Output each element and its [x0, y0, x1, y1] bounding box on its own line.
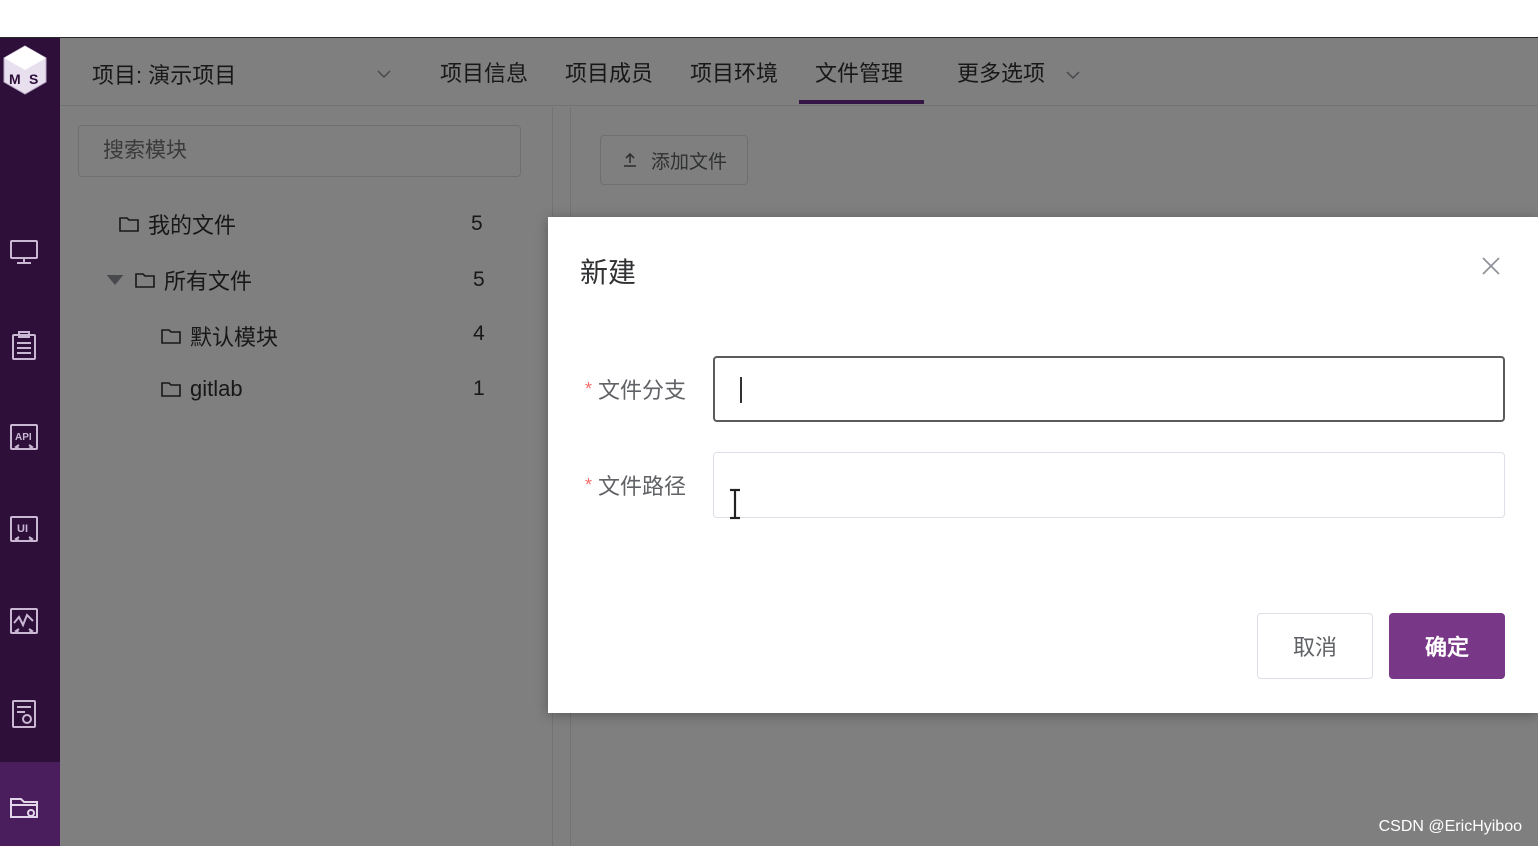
confirm-button[interactable]: 确定 — [1389, 613, 1505, 679]
svg-text:UI: UI — [17, 523, 28, 535]
file-branch-label: * 文件分支 — [585, 373, 686, 405]
svg-text:API: API — [15, 432, 32, 443]
performance-icon[interactable] — [6, 604, 42, 640]
left-sidebar: M S API UI — [0, 38, 60, 846]
svg-text:S: S — [29, 71, 38, 87]
watermark: CSDN @EricHyiboo — [1378, 818, 1522, 835]
report-icon[interactable] — [6, 696, 42, 732]
ibeam-cursor-icon — [730, 488, 740, 520]
ms-logo-icon[interactable]: M S — [2, 44, 48, 96]
file-branch-label-text: 文件分支 — [598, 378, 687, 403]
api-icon[interactable]: API — [6, 420, 42, 456]
file-path-label: * 文件路径 — [585, 469, 686, 501]
close-icon[interactable] — [1478, 253, 1504, 279]
file-branch-input[interactable] — [713, 356, 1505, 422]
project-folder-icon[interactable] — [6, 788, 42, 824]
svg-text:M: M — [9, 71, 21, 87]
file-path-input[interactable] — [713, 452, 1505, 518]
new-file-dialog: 新建 * 文件分支 * 文件路径 取消 确定 — [548, 217, 1538, 713]
required-asterisk: * — [585, 378, 593, 399]
ui-icon[interactable]: UI — [6, 512, 42, 548]
text-caret — [740, 377, 742, 403]
file-path-label-text: 文件路径 — [598, 474, 687, 499]
monitor-icon[interactable] — [6, 234, 42, 270]
cancel-button[interactable]: 取消 — [1257, 613, 1373, 679]
clipboard-icon[interactable] — [6, 328, 42, 364]
required-asterisk: * — [585, 474, 593, 495]
top-strip — [0, 0, 1538, 38]
dialog-title: 新建 — [580, 257, 637, 288]
